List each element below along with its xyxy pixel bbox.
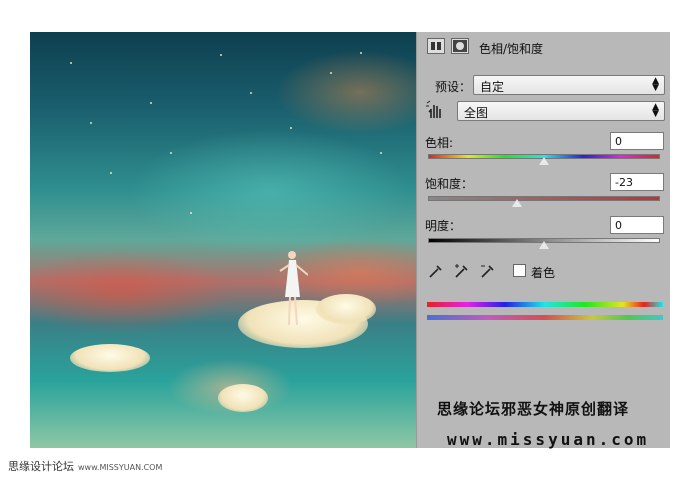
panel-title: 色相/饱和度 <box>479 42 544 56</box>
output-spectrum-bar <box>427 315 663 320</box>
cloud <box>316 294 376 324</box>
girl-figure <box>279 251 308 326</box>
preset-label: 预设： <box>435 80 472 94</box>
hue-slider-thumb[interactable] <box>539 157 549 165</box>
cloud <box>218 384 268 412</box>
target-adjust-hand-icon[interactable] <box>425 100 445 120</box>
saturation-input[interactable]: -23 <box>610 173 664 191</box>
footer-credit: 思缘设计论坛 www.MISSYUAN.COM <box>8 458 162 474</box>
hue-label: 色相: <box>425 136 454 150</box>
eyedropper-plus-icon[interactable] <box>453 262 471 280</box>
watermark-line-1: 思缘论坛邪恶女神原创翻译 <box>437 400 630 418</box>
preset-value: 自定 <box>480 80 505 94</box>
colorize-label: 着色 <box>531 266 556 280</box>
cloud <box>70 344 150 372</box>
saturation-slider-track[interactable] <box>428 196 660 201</box>
lightness-slider-thumb[interactable] <box>539 241 549 249</box>
channel-select[interactable]: 全图 ▲ ▼ <box>457 101 665 121</box>
hue-saturation-panel: 色相/饱和度 预设： 自定 ▲ ▼ 全图 ▲ ▼ 色相: 0 饱和度： -23 明度… <box>416 32 671 449</box>
watermark-line-2: www.missyuan.com <box>447 430 650 449</box>
saturation-slider-thumb[interactable] <box>512 199 523 207</box>
preset-select[interactable]: 自定 ▲ ▼ <box>473 75 665 95</box>
lightness-label: 明度： <box>425 219 462 233</box>
footer-site-name: 思缘设计论坛 <box>8 460 74 473</box>
eyedropper-icon[interactable] <box>427 262 445 280</box>
mask-icon[interactable] <box>451 38 469 54</box>
footer-site-url: www.MISSYUAN.COM <box>78 463 163 472</box>
adjustment-layer-icon[interactable] <box>427 38 445 54</box>
lightness-input[interactable]: 0 <box>610 216 664 234</box>
eyedropper-minus-icon[interactable] <box>479 262 497 280</box>
select-arrows-icon: ▲ ▼ <box>652 76 659 93</box>
channel-value: 全图 <box>464 106 489 120</box>
input-spectrum-bar <box>427 302 663 307</box>
hue-input[interactable]: 0 <box>610 132 664 150</box>
colorize-checkbox[interactable] <box>513 264 526 277</box>
select-arrows-icon: ▲ ▼ <box>652 102 659 119</box>
saturation-label: 饱和度： <box>425 177 474 191</box>
photo-canvas <box>30 32 416 448</box>
panel-header: 色相/饱和度 <box>417 32 671 60</box>
